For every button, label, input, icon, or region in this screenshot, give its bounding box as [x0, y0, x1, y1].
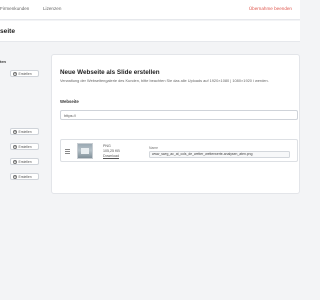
card-description: Verwaltung der Webseitengalerie des Kund…	[60, 78, 269, 83]
plus-circle-icon: +	[13, 159, 17, 164]
create-button-label: Erstellen	[18, 174, 32, 179]
website-label: Webseite	[60, 99, 79, 104]
create-button[interactable]: + Erstellen	[10, 143, 39, 150]
download-link[interactable]: Download	[103, 154, 119, 158]
takeover-end-link[interactable]: Übernahme beenden	[249, 6, 292, 11]
new-website-card: Neue Webseite als Slide erstellen Verwal…	[51, 54, 300, 194]
file-name-field[interactable]: www_swrg_ac_at_cols_de_wetter_wetterwert…	[149, 150, 290, 158]
left-section-label: ten	[0, 59, 6, 64]
page-title: seite	[0, 28, 16, 35]
website-url-input[interactable]	[60, 110, 298, 120]
file-type: PNG	[103, 144, 111, 148]
nav-lizenzen[interactable]: Lizenzen	[43, 6, 61, 11]
top-navigation: Firmenkunden Lizenzen Übernahme beenden	[0, 0, 300, 20]
plus-circle-icon: +	[13, 129, 17, 134]
drag-handle-icon[interactable]	[65, 149, 70, 154]
file-thumbnail	[77, 143, 93, 159]
attachment-row: PNG 105,25 KB Download Name www_swrg_ac_…	[60, 139, 298, 162]
create-button[interactable]: + Erstellen	[10, 128, 39, 135]
name-label: Name	[149, 146, 159, 150]
file-size: 105,25 KB	[103, 149, 120, 153]
create-button-label: Erstellen	[18, 129, 32, 134]
nav-firmenkunden[interactable]: Firmenkunden	[0, 6, 29, 11]
create-button-label: Erstellen	[18, 159, 32, 164]
plus-circle-icon: +	[13, 174, 17, 179]
create-button[interactable]: + Erstellen	[10, 70, 39, 77]
plus-circle-icon: +	[13, 144, 17, 149]
create-button-label: Erstellen	[18, 71, 32, 76]
create-button[interactable]: + Erstellen	[10, 173, 39, 180]
left-column: ten + Erstellen + Erstellen + Erstellen …	[0, 42, 43, 300]
page-header: seite	[0, 21, 300, 42]
card-title: Neue Webseite als Slide erstellen	[60, 69, 160, 76]
plus-circle-icon: +	[13, 71, 17, 76]
create-button-label: Erstellen	[18, 144, 32, 149]
create-button[interactable]: + Erstellen	[10, 158, 39, 165]
